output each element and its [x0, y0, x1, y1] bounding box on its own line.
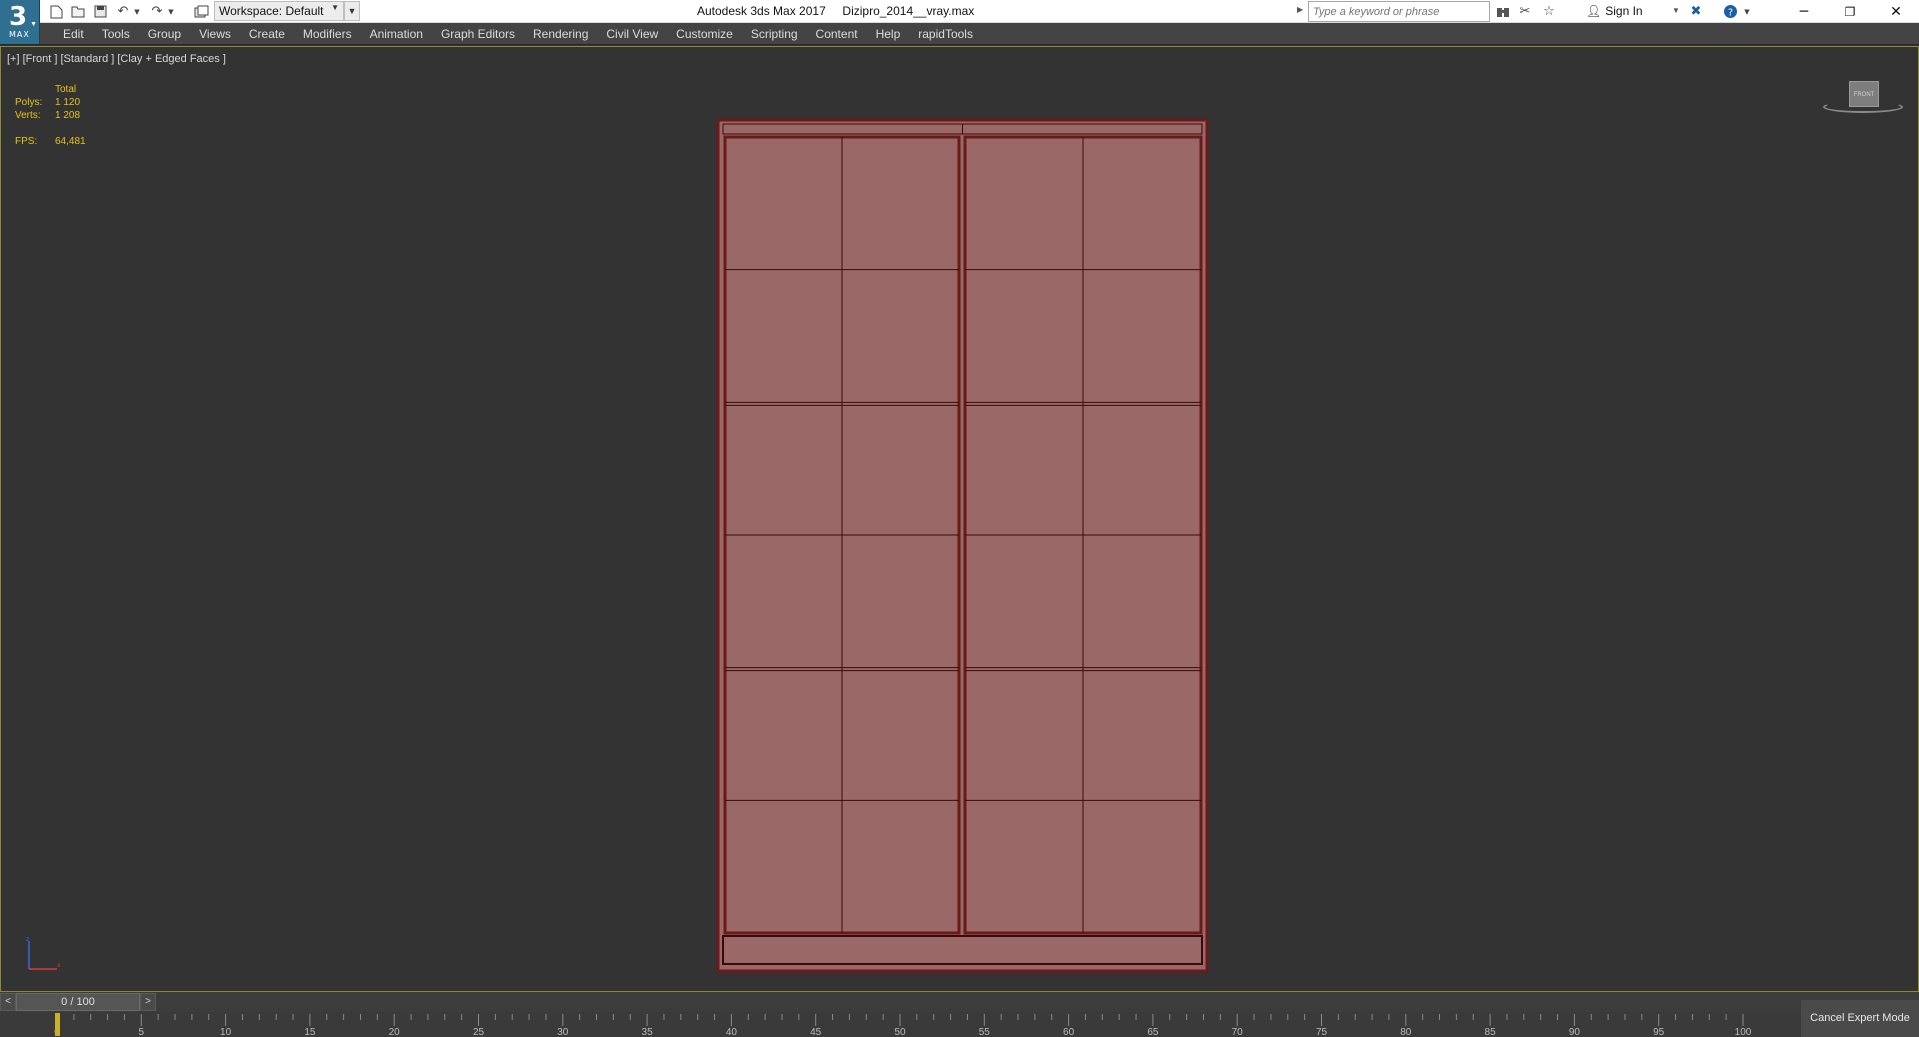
minimize-button[interactable]: ─	[1781, 0, 1827, 23]
menu-item-tools[interactable]: Tools	[93, 23, 139, 45]
ruler-label: 30	[557, 1027, 569, 1037]
menu-item-content[interactable]: Content	[807, 23, 867, 45]
ruler-label: 20	[389, 1027, 401, 1037]
svg-text:z: z	[26, 937, 29, 943]
restore-icon: ❐	[1844, 4, 1856, 19]
menu-item-scripting[interactable]: Scripting	[742, 23, 807, 45]
ruler-label: 70	[1232, 1027, 1244, 1037]
project-folder-icon[interactable]	[192, 3, 210, 20]
app-logo-number: 3	[9, 2, 28, 32]
user-icon: 👤︎	[1586, 4, 1602, 18]
workspace-label: Workspace: Default	[219, 4, 324, 18]
menu-item-create[interactable]: Create	[240, 23, 294, 45]
sign-in-label: Sign In	[1605, 4, 1643, 18]
menu-item-rendering[interactable]: Rendering	[524, 23, 597, 45]
svg-text:?: ?	[1727, 8, 1732, 19]
menu-item-views[interactable]: Views	[190, 23, 240, 45]
app-menu-chevron-icon: ▼	[30, 21, 37, 28]
menu-item-animation[interactable]: Animation	[361, 23, 432, 45]
wardrobe-plinth	[722, 935, 1203, 965]
open-file-icon[interactable]	[70, 3, 86, 20]
svg-text:x: x	[57, 962, 61, 969]
undo-dropdown-icon[interactable]: ▼	[132, 3, 142, 20]
menu-item-group[interactable]: Group	[139, 23, 190, 45]
app-logo-label: MAX	[9, 30, 30, 39]
ruler-label: 50	[894, 1027, 906, 1037]
ruler-label: 85	[1485, 1027, 1497, 1037]
close-button[interactable]: ✕	[1873, 0, 1919, 23]
front-viewport[interactable]: [+] [Front ] [Standard ] [Clay + Edged F…	[0, 46, 1919, 992]
ruler-label: 65	[1147, 1027, 1159, 1037]
restore-button[interactable]: ❐	[1827, 0, 1873, 23]
ruler-label: 100	[1735, 1027, 1752, 1037]
menu-item-customize[interactable]: Customize	[667, 23, 742, 45]
save-file-icon[interactable]	[92, 3, 108, 20]
menu-bar: Edit Tools Group Views Create Modifiers Animat…	[0, 23, 1919, 45]
menu-items: Edit Tools Group Views Create Modifiers Animat…	[54, 23, 982, 45]
search-expand-icon[interactable]: ▶	[1297, 5, 1303, 14]
menu-item-civil-view[interactable]: Civil View	[597, 23, 667, 45]
workspace-select[interactable]: Workspace: Default ▼	[214, 1, 344, 21]
cancel-expert-mode-button[interactable]: Cancel Expert Mode	[1801, 1000, 1919, 1037]
menu-item-modifiers[interactable]: Modifiers	[294, 23, 361, 45]
current-frame-marker[interactable]	[55, 1013, 60, 1036]
communication-center-icon[interactable]: ✂	[1516, 3, 1534, 20]
time-slider-prev-button[interactable]: <	[0, 993, 16, 1011]
binoculars-icon[interactable]	[1494, 3, 1512, 20]
ruler-label: 80	[1400, 1027, 1412, 1037]
window-title: Autodesk 3ds Max 2017 Dizipro_2014__vray…	[697, 4, 975, 18]
ruler-label: 60	[1063, 1027, 1075, 1037]
ruler-label: 25	[473, 1027, 485, 1037]
title-bar: 3 MAX ▼ ↶ ▼ ↷ ▼ Workspace: Default ▼ ▼ A…	[0, 0, 1919, 44]
time-slider-next-button[interactable]: >	[140, 993, 156, 1011]
sign-in-chevron-icon[interactable]: ▼	[1672, 6, 1680, 15]
ruler-label: 90	[1569, 1027, 1581, 1037]
ruler-label: 95	[1653, 1027, 1665, 1037]
help-icon[interactable]: ?	[1720, 3, 1740, 20]
workspace-chevron-icon: ▼	[331, 3, 339, 12]
menu-item-rapidtools[interactable]: rapidTools	[909, 23, 982, 45]
sign-in-button[interactable]: 👤︎ Sign In	[1586, 4, 1643, 18]
favorites-star-icon[interactable]: ☆	[1540, 3, 1558, 20]
search-input[interactable]	[1308, 1, 1490, 22]
minimize-icon: ─	[1799, 3, 1809, 20]
time-slider[interactable]: 0 / 100	[16, 993, 140, 1011]
time-slider-bar: < 0 / 100 >	[0, 992, 1919, 1012]
exchange-apps-icon[interactable]: ✖	[1686, 3, 1706, 20]
undo-icon[interactable]: ↶	[114, 3, 132, 20]
new-file-icon[interactable]	[48, 3, 64, 20]
ruler-label: 35	[642, 1027, 654, 1037]
wardrobe-model[interactable]	[1, 47, 1918, 991]
redo-dropdown-icon[interactable]: ▼	[166, 3, 176, 20]
app-menu-button[interactable]: 3 MAX ▼	[0, 0, 40, 44]
menu-item-help[interactable]: Help	[867, 23, 910, 45]
quick-access-customize-icon[interactable]: ▼	[344, 1, 360, 21]
ruler-label: 15	[304, 1027, 316, 1037]
ruler-label: 55	[979, 1027, 991, 1037]
redo-icon[interactable]: ↷	[148, 3, 166, 20]
ruler-label: 40	[726, 1027, 738, 1037]
ruler-label: 10	[220, 1027, 232, 1037]
close-icon: ✕	[1890, 3, 1902, 20]
menu-item-graph-editors[interactable]: Graph Editors	[432, 23, 524, 45]
app-window: 3 MAX ▼ ↶ ▼ ↷ ▼ Workspace: Default ▼ ▼ A…	[0, 0, 1919, 1037]
menu-item-edit[interactable]: Edit	[54, 23, 93, 45]
ruler-label: 45	[810, 1027, 822, 1037]
frame-ruler[interactable]: 0510152025303540455055606570758085909510…	[0, 1012, 1800, 1037]
ruler-label: 75	[1316, 1027, 1328, 1037]
axis-tripod-icon: z x	[26, 937, 61, 970]
trackbar[interactable]: ⊅/\ 051015202530354045505560657075808590…	[0, 1012, 1919, 1037]
ruler-label: 5	[139, 1027, 145, 1037]
help-dropdown-icon[interactable]: ▼	[1742, 3, 1752, 20]
